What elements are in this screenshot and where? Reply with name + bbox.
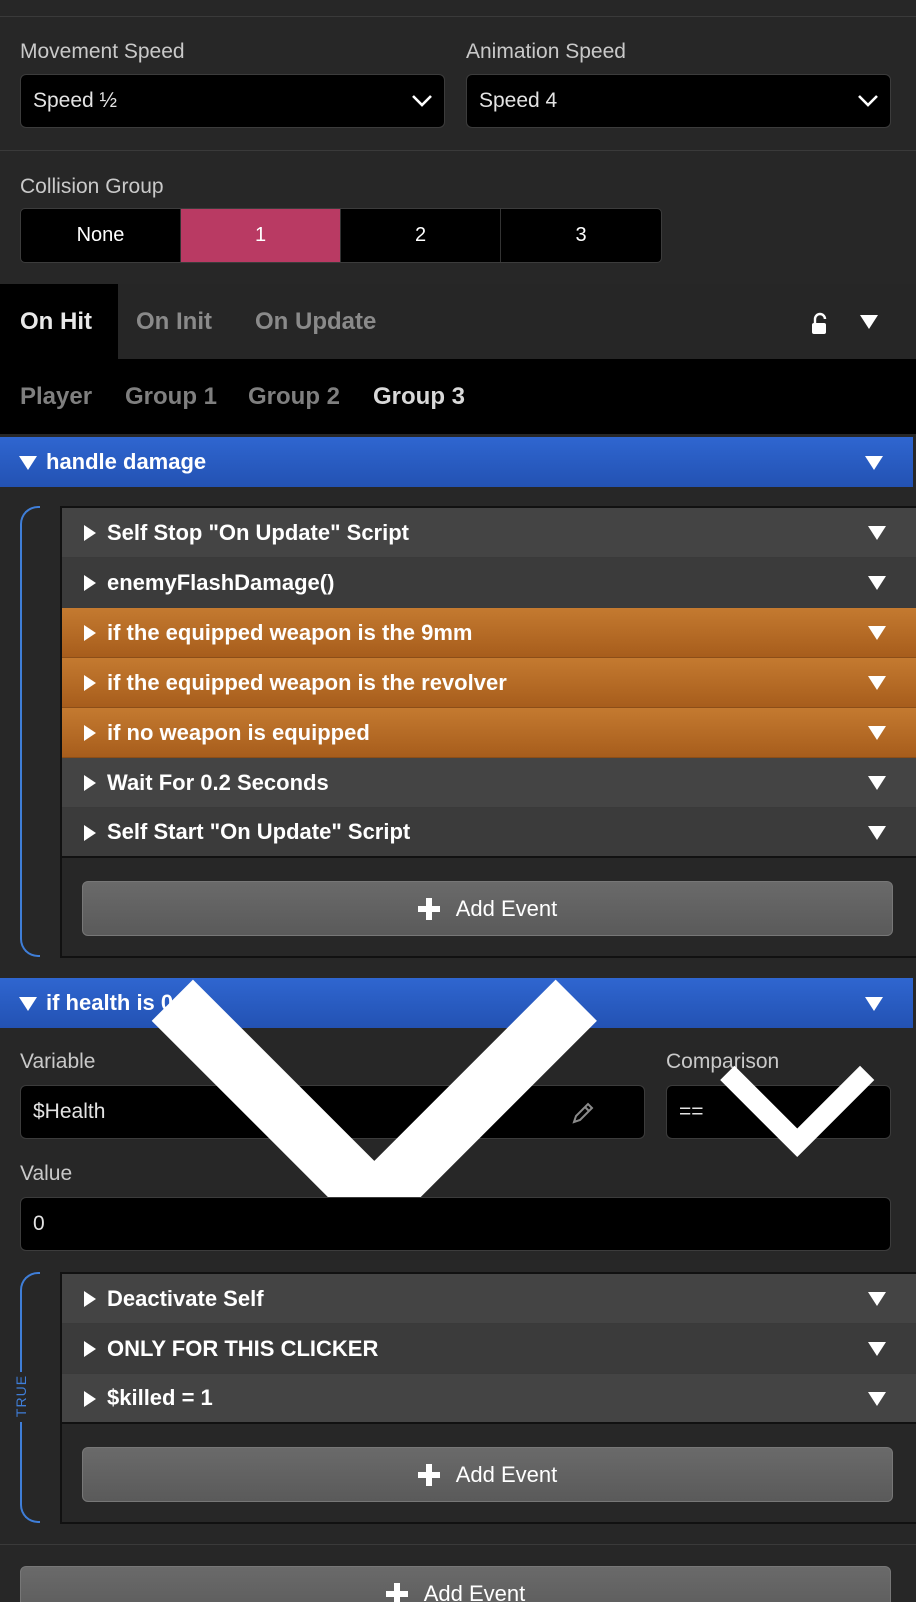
event-label: Self Start "On Update" Script: [107, 819, 411, 844]
triangle-right-icon: [84, 1341, 96, 1357]
value-text: 0: [33, 1212, 45, 1235]
collision-group-none[interactable]: None: [21, 209, 181, 262]
triangle-right-icon: [84, 1391, 96, 1407]
event-row[interactable]: Self Start "On Update" Script: [62, 808, 916, 858]
value-input[interactable]: 0: [20, 1197, 891, 1251]
group-tabs: Player Group 1 Group 2 Group 3: [0, 359, 916, 434]
triangle-down-icon[interactable]: [865, 997, 883, 1011]
collision-group-1[interactable]: 1: [181, 209, 341, 262]
event-row[interactable]: $killed = 1: [62, 1374, 916, 1424]
event-label: ONLY FOR THIS CLICKER: [107, 1335, 379, 1361]
event-label: if the equipped weapon is the revolver: [107, 669, 507, 695]
add-event-button[interactable]: Add Event: [82, 1447, 893, 1502]
comparison-value: ==: [679, 1100, 704, 1123]
triangle-down-icon[interactable]: [868, 1342, 886, 1356]
handle-damage-title: handle damage: [46, 449, 207, 474]
comparison-select[interactable]: ==: [666, 1066, 891, 1158]
variable-select[interactable]: $Health: [20, 979, 645, 1244]
tab-on-init[interactable]: On Init: [136, 284, 212, 359]
triangle-down-icon[interactable]: [868, 576, 886, 590]
triangle-right-icon: [84, 725, 96, 741]
tab-on-update[interactable]: On Update: [255, 284, 376, 359]
triangle-down-icon[interactable]: [868, 826, 886, 840]
triangle-down-icon[interactable]: [868, 726, 886, 740]
collision-group-label: Collision Group: [20, 175, 164, 198]
triangle-down-icon[interactable]: [868, 776, 886, 790]
triangle-down-icon: [19, 997, 37, 1011]
triangle-down-icon[interactable]: [868, 1292, 886, 1306]
triangle-down-icon[interactable]: [868, 1392, 886, 1406]
triangle-down-icon[interactable]: [868, 676, 886, 690]
event-label: Wait For 0.2 Seconds: [107, 769, 329, 795]
event-row[interactable]: Deactivate Self: [62, 1274, 916, 1324]
triangle-right-icon: [84, 1291, 96, 1307]
add-event-label: Add Event: [455, 1461, 558, 1487]
chevron-down-icon: [152, 979, 598, 1244]
tab-group-1[interactable]: Group 1: [125, 359, 217, 434]
movement-speed-value: Speed ½: [33, 89, 118, 112]
add-event-label: Add Event: [423, 1580, 526, 1602]
true-label: TRUE: [13, 1374, 29, 1418]
triangle-right-icon: [84, 675, 96, 691]
handle-damage-header[interactable]: handle damage: [0, 437, 913, 487]
triangle-down-icon[interactable]: [868, 626, 886, 640]
triangle-right-icon: [84, 825, 96, 841]
lock-open-icon[interactable]: [810, 312, 830, 336]
triangle-down-icon[interactable]: [865, 456, 883, 470]
triangle-down-icon[interactable]: [868, 526, 886, 540]
add-event-button-bottom[interactable]: Add Event: [20, 1566, 891, 1602]
chevron-down-icon: [858, 95, 878, 107]
variable-label: Variable: [20, 1050, 96, 1073]
triangle-down-icon[interactable]: [860, 315, 878, 329]
animation-speed-select[interactable]: Speed 4: [466, 74, 891, 128]
top-divider: [0, 16, 916, 17]
triangle-down-icon: [19, 456, 37, 470]
movement-speed-label: Movement Speed: [20, 40, 185, 63]
event-row[interactable]: if the equipped weapon is the 9mm: [62, 608, 916, 658]
tab-on-hit[interactable]: On Hit: [0, 284, 118, 359]
collision-group-segmented: None 1 2 3: [20, 208, 662, 263]
event-row[interactable]: if no weapon is equipped: [62, 708, 916, 758]
tab-player[interactable]: Player: [20, 359, 92, 434]
chevron-down-icon: [412, 95, 432, 107]
event-row[interactable]: Wait For 0.2 Seconds: [62, 758, 916, 808]
animation-speed-value: Speed 4: [479, 89, 558, 112]
triangle-right-icon: [84, 625, 96, 641]
event-row[interactable]: if the equipped weapon is the revolver: [62, 658, 916, 708]
triangle-right-icon: [84, 525, 96, 541]
triangle-right-icon: [84, 775, 96, 791]
event-row[interactable]: enemyFlashDamage(): [62, 558, 916, 608]
movement-speed-select[interactable]: Speed ½: [20, 74, 445, 128]
event-label: enemyFlashDamage(): [107, 569, 335, 595]
collision-group-3[interactable]: 3: [501, 209, 661, 262]
event-label: Self Stop "On Update" Script: [107, 519, 409, 545]
event-row[interactable]: ONLY FOR THIS CLICKER: [62, 1324, 916, 1374]
collision-group-2[interactable]: 2: [341, 209, 501, 262]
tab-group-2[interactable]: Group 2: [248, 359, 340, 434]
if-health-events: Deactivate Self ONLY FOR THIS CLICKER $k…: [60, 1272, 916, 1524]
event-label: Deactivate Self: [107, 1285, 264, 1311]
event-label: if no weapon is equipped: [107, 719, 370, 745]
block-bracket: [20, 506, 40, 957]
chevron-down-icon: [719, 1066, 874, 1158]
animation-speed-label: Animation Speed: [466, 40, 626, 63]
pencil-icon[interactable]: [570, 1100, 596, 1126]
event-row[interactable]: Self Stop "On Update" Script: [62, 508, 916, 558]
script-tabs: On Hit On Init On Update: [0, 284, 916, 359]
tab-group-3[interactable]: Group 3: [373, 359, 465, 434]
event-label: $killed = 1: [107, 1385, 213, 1410]
section-divider: [0, 150, 916, 151]
event-label: if the equipped weapon is the 9mm: [107, 619, 473, 645]
value-label: Value: [20, 1162, 73, 1185]
section-divider: [0, 1544, 916, 1545]
variable-value: $Health: [33, 1100, 106, 1123]
plus-icon: [417, 1463, 440, 1486]
triangle-right-icon: [84, 575, 96, 591]
plus-icon: [385, 1582, 408, 1602]
